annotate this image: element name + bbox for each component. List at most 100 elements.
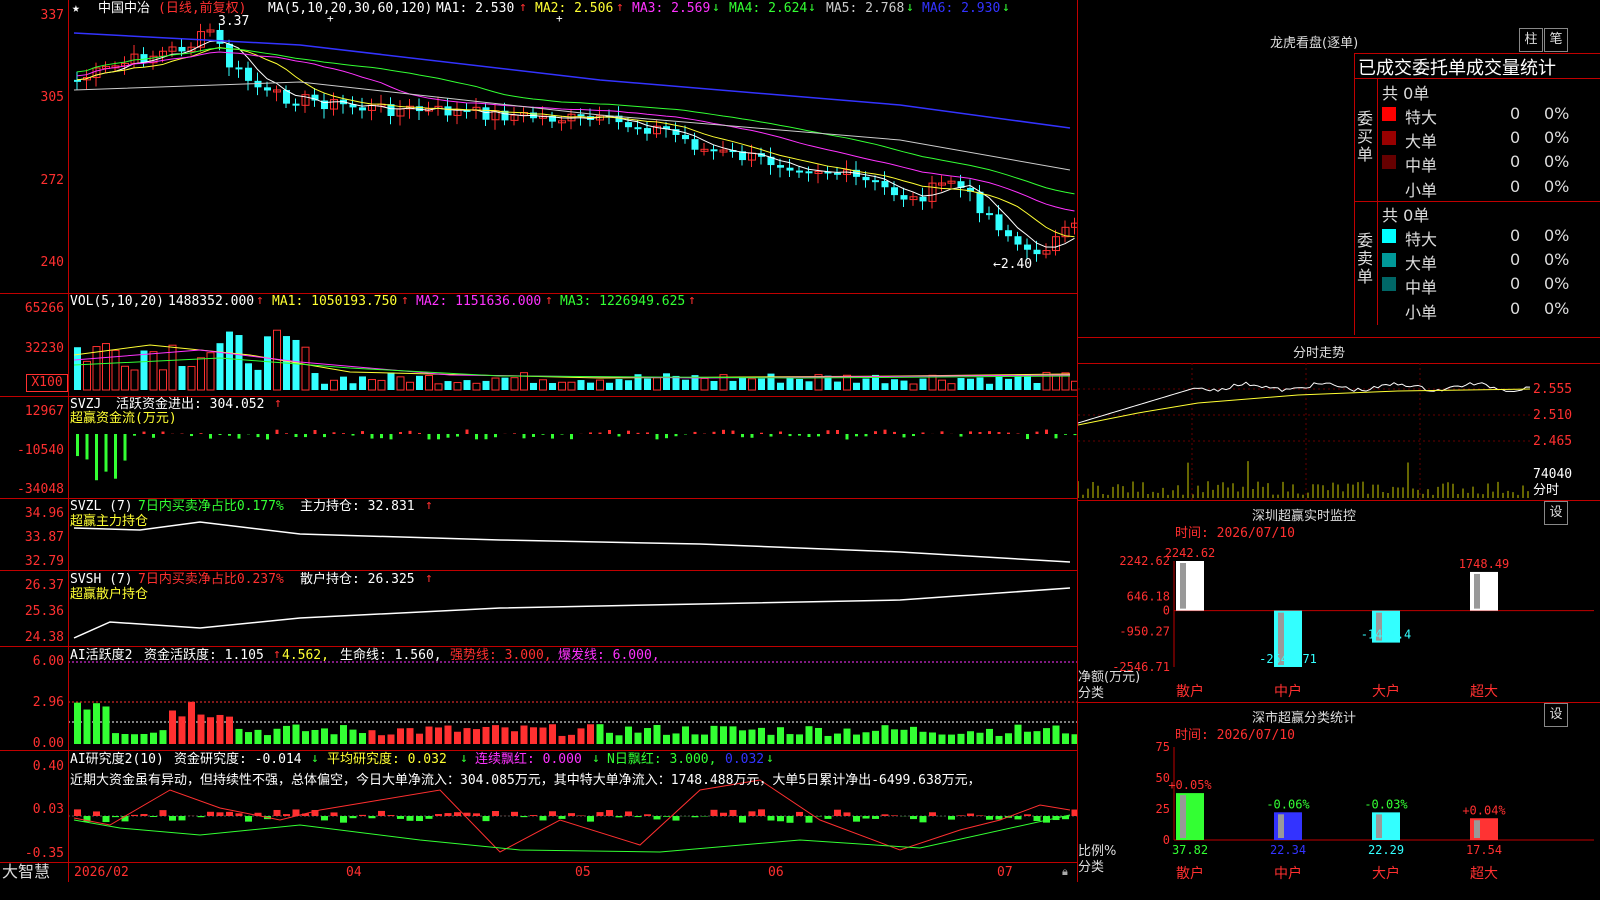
active-bar <box>625 726 632 744</box>
lock-icon[interactable]: 🔒︎ <box>1062 864 1068 879</box>
candle-body <box>900 195 908 200</box>
research-bar <box>425 816 433 819</box>
ai-active-v2: 4.562, <box>282 648 329 663</box>
fund-flow-bar <box>902 434 906 438</box>
bar-category-label: 大户 <box>1372 865 1400 882</box>
fund-flow-bar <box>712 431 716 434</box>
sell-total: 共 0单 <box>1382 206 1430 225</box>
research-bar <box>834 809 841 816</box>
fund-flow-bar <box>161 431 165 434</box>
fund-flow-bar <box>608 430 611 434</box>
active-bar <box>1024 731 1031 744</box>
research-bar <box>197 816 205 818</box>
ai-research-v2: 平均研究度: 0.032 <box>327 752 447 767</box>
active-bar <box>891 729 898 744</box>
y-tick-label: 240 <box>40 255 64 270</box>
down-arrow-icon: ↓ <box>460 751 468 766</box>
fund-flow-bar <box>959 434 963 437</box>
volume-bar <box>986 383 993 390</box>
sz-class-chart: 755025037.82+0.05%散户22.34-0.06%中户22.29-0… <box>1156 740 1594 882</box>
ai-research-v3: 连续飘红: 0.000 <box>475 752 582 767</box>
sell-row-count: 0 <box>1510 250 1521 269</box>
bar-y-tick: -950.27 <box>1119 625 1170 639</box>
event-marker-icon[interactable]: + <box>327 11 334 26</box>
y-tick-label: 2.96 <box>32 695 64 710</box>
research-bar <box>720 812 727 816</box>
fund-flow-bar <box>114 434 117 479</box>
event-marker-icon[interactable]: + <box>556 11 563 26</box>
sell-row-pct: 0% <box>1544 274 1570 293</box>
active-bar <box>872 730 879 744</box>
active-bar <box>330 734 338 744</box>
volume-bar <box>178 366 186 390</box>
active-bar <box>169 710 176 744</box>
pen-view-button[interactable]: 笔 <box>1544 28 1568 52</box>
up-arrow-icon: ↑ <box>688 293 696 308</box>
ma2-value: MA2: 2.506 <box>535 1 614 16</box>
favorite-star-icon[interactable]: ★ <box>72 1 80 16</box>
active-bar <box>862 732 870 744</box>
research-bar <box>207 811 214 816</box>
research-bar <box>435 814 442 816</box>
down-arrow-icon: ↓ <box>712 0 720 15</box>
fund-flow-bar <box>237 434 241 439</box>
active-bar <box>74 702 81 744</box>
sell-xl-swatch <box>1382 229 1396 243</box>
date-axis-label: 06 <box>768 865 784 880</box>
fund-flow-bar <box>541 434 545 435</box>
high-price-marker: 3.37 <box>218 14 250 29</box>
fund-flow-bar <box>646 432 649 434</box>
active-bar <box>986 728 993 744</box>
intraday-y-tick: 2.510 <box>1533 408 1573 423</box>
fund-flow-bar <box>275 429 279 434</box>
active-bar <box>292 724 300 744</box>
fund-flow-bar <box>1054 434 1058 439</box>
y-tick-label: 12967 <box>24 404 64 419</box>
fund-flow-bar <box>522 434 526 439</box>
active-bar <box>767 734 775 744</box>
y-tick-label: -34048 <box>17 482 64 497</box>
y-tick-label: 337 <box>40 8 64 23</box>
fund-flow-bar <box>389 434 393 440</box>
fund-flow-bar <box>722 429 725 434</box>
fund-flow-bar <box>484 434 488 440</box>
intraday-chart[interactable] <box>1078 363 1600 503</box>
buy-row-pct: 0% <box>1544 104 1570 123</box>
active-bar <box>368 730 376 744</box>
volume-bar <box>520 372 528 391</box>
candle-body <box>178 46 186 52</box>
candle-body <box>919 196 927 202</box>
research-bar <box>520 816 528 818</box>
buy-xl-swatch <box>1382 107 1396 121</box>
active-bar <box>416 733 423 744</box>
ma5-value: MA5: 2.768 <box>826 1 905 16</box>
volume-bar <box>74 347 81 390</box>
bar-view-button[interactable]: 柱 <box>1519 28 1543 52</box>
volume-bar <box>425 375 433 391</box>
candle-body <box>482 107 490 120</box>
research-bar <box>226 811 233 816</box>
volume-bar <box>216 343 224 390</box>
bar-value-label: 1748.49 <box>1459 557 1510 571</box>
volume-bar <box>758 378 765 390</box>
research-bar <box>587 816 594 822</box>
volume-bar <box>416 375 423 390</box>
y-tick-label: 0.00 <box>32 736 64 751</box>
volume-bar <box>349 383 357 390</box>
fund-flow-bar <box>418 432 421 434</box>
bar-change-label: +0.04% <box>1462 803 1506 817</box>
fund-flow-bar <box>855 434 858 437</box>
active-bar <box>1033 731 1041 744</box>
research-bar <box>216 812 224 816</box>
active-bar <box>216 714 224 744</box>
research-bar <box>444 813 452 816</box>
fund-flow-bar <box>532 434 535 437</box>
candle-body <box>786 167 794 171</box>
research-bar <box>492 811 499 816</box>
active-bar <box>501 727 509 744</box>
research-bar <box>245 816 252 822</box>
y-tick-label: 65266 <box>24 301 64 316</box>
main-chart-area[interactable]: ★ 中国中冶 (日线,前复权) MA(5,10,20,30,60,120) MA… <box>0 0 1078 882</box>
candle-body <box>625 122 632 128</box>
research-bar <box>397 816 404 819</box>
